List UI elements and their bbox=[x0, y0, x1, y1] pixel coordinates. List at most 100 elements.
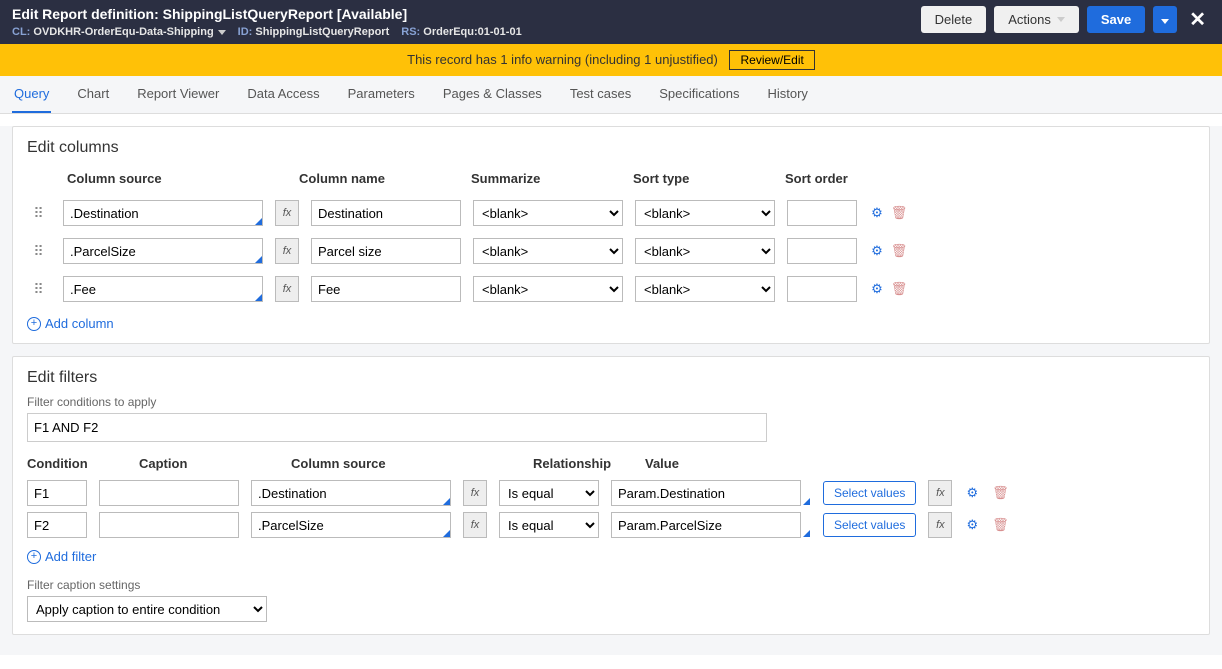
fx-button[interactable]: fx bbox=[275, 276, 299, 302]
col-header-source: Column source bbox=[67, 171, 287, 186]
filter-header-source: Column source bbox=[291, 456, 521, 471]
page-title: Report definition: ShippingListQueryRepo… bbox=[42, 6, 407, 22]
edit-filters-title: Edit filters bbox=[13, 357, 1209, 395]
filter-caption-settings-select[interactable]: Apply caption to entire condition bbox=[27, 596, 267, 622]
add-filter-label: Add filter bbox=[45, 549, 96, 564]
chevron-down-icon bbox=[218, 30, 226, 35]
column-source-input[interactable] bbox=[63, 200, 263, 226]
review-edit-button[interactable]: Review/Edit bbox=[729, 50, 814, 70]
filter-conditions-label: Filter conditions to apply bbox=[27, 395, 1195, 409]
trash-icon[interactable]: 🗑 bbox=[891, 281, 907, 297]
filter-conditions-input[interactable] bbox=[27, 413, 767, 442]
cl-value: OVDKHR-OrderEqu-Data-Shipping bbox=[33, 26, 213, 38]
tab-data-access[interactable]: Data Access bbox=[245, 76, 321, 113]
save-menu-button[interactable] bbox=[1153, 6, 1177, 33]
rs-label: RS: bbox=[401, 26, 420, 38]
filter-relationship-select[interactable]: Is equal bbox=[499, 480, 599, 506]
edit-columns-title: Edit columns bbox=[13, 127, 1209, 165]
trash-icon[interactable]: 🗑 bbox=[992, 517, 1008, 533]
tab-pages-classes[interactable]: Pages & Classes bbox=[441, 76, 544, 113]
fx-button[interactable]: fx bbox=[463, 480, 487, 506]
column-name-input[interactable] bbox=[311, 276, 461, 302]
tab-parameters[interactable]: Parameters bbox=[346, 76, 417, 113]
fx-button[interactable]: fx bbox=[275, 238, 299, 264]
warning-bar: This record has 1 info warning (includin… bbox=[0, 44, 1222, 76]
column-source-input[interactable] bbox=[63, 276, 263, 302]
filter-source-input[interactable] bbox=[251, 480, 451, 506]
close-icon[interactable]: ✕ bbox=[1185, 7, 1210, 32]
filter-relationship-select[interactable]: Is equal bbox=[499, 512, 599, 538]
gear-icon[interactable]: ⚙ bbox=[869, 281, 885, 297]
trash-icon[interactable]: 🗑 bbox=[992, 485, 1008, 501]
filter-header-caption: Caption bbox=[139, 456, 279, 471]
column-source-input[interactable] bbox=[63, 238, 263, 264]
drag-handle-icon[interactable]: ⠿ bbox=[27, 281, 51, 298]
column-name-input[interactable] bbox=[311, 200, 461, 226]
tab-report-viewer[interactable]: Report Viewer bbox=[135, 76, 221, 113]
select-values-button[interactable]: Select values bbox=[823, 481, 916, 505]
tab-history[interactable]: History bbox=[765, 76, 809, 113]
gear-icon[interactable]: ⚙ bbox=[964, 517, 980, 533]
tab-query[interactable]: Query bbox=[12, 76, 51, 113]
sort-type-select[interactable]: <blank> bbox=[635, 276, 775, 302]
gear-icon[interactable]: ⚙ bbox=[869, 205, 885, 221]
filter-row: fx Is equal Select values fx ⚙ 🗑 bbox=[27, 477, 1195, 509]
rs-value: OrderEqu:01-01-01 bbox=[423, 26, 521, 38]
gear-icon[interactable]: ⚙ bbox=[869, 243, 885, 259]
content-area: Edit columns Column source Column name S… bbox=[0, 126, 1222, 655]
add-column-label: Add column bbox=[45, 316, 114, 331]
col-header-name: Column name bbox=[299, 171, 459, 186]
select-values-button[interactable]: Select values bbox=[823, 513, 916, 537]
save-button[interactable]: Save bbox=[1087, 6, 1145, 33]
filter-header-value: Value bbox=[645, 456, 845, 471]
filter-value-input[interactable] bbox=[611, 480, 801, 506]
warning-text: This record has 1 info warning (includin… bbox=[407, 52, 718, 67]
column-row: ⠿ fx <blank> <blank> ⚙ 🗑 bbox=[27, 194, 1195, 232]
fx-button[interactable]: fx bbox=[928, 480, 952, 506]
filter-caption-input[interactable] bbox=[99, 512, 239, 538]
edit-columns-panel: Edit columns Column source Column name S… bbox=[12, 126, 1210, 344]
add-column-link[interactable]: + Add column bbox=[27, 316, 114, 331]
tab-chart[interactable]: Chart bbox=[75, 76, 111, 113]
sort-order-input[interactable] bbox=[787, 238, 857, 264]
trash-icon[interactable]: 🗑 bbox=[891, 243, 907, 259]
col-header-sort-type: Sort type bbox=[633, 171, 773, 186]
drag-handle-icon[interactable]: ⠿ bbox=[27, 205, 51, 222]
sort-type-select[interactable]: <blank> bbox=[635, 200, 775, 226]
gear-icon[interactable]: ⚙ bbox=[964, 485, 980, 501]
filter-source-input[interactable] bbox=[251, 512, 451, 538]
sort-order-input[interactable] bbox=[787, 200, 857, 226]
fx-button[interactable]: fx bbox=[463, 512, 487, 538]
window-header: Edit Report definition: ShippingListQuer… bbox=[0, 0, 1222, 44]
summarize-select[interactable]: <blank> bbox=[473, 238, 623, 264]
filter-condition-input[interactable] bbox=[27, 512, 87, 538]
summarize-select[interactable]: <blank> bbox=[473, 200, 623, 226]
drag-handle-icon[interactable]: ⠿ bbox=[27, 243, 51, 260]
sort-type-select[interactable]: <blank> bbox=[635, 238, 775, 264]
tab-test-cases[interactable]: Test cases bbox=[568, 76, 633, 113]
cl-dropdown[interactable]: OVDKHR-OrderEqu-Data-Shipping bbox=[33, 26, 225, 38]
cl-label: CL: bbox=[12, 26, 30, 38]
filter-condition-input[interactable] bbox=[27, 480, 87, 506]
filter-caption-input[interactable] bbox=[99, 480, 239, 506]
filter-header-condition: Condition bbox=[27, 456, 127, 471]
filters-header-row: Condition Caption Column source Relation… bbox=[27, 456, 1195, 477]
sort-order-input[interactable] bbox=[787, 276, 857, 302]
delete-button[interactable]: Delete bbox=[921, 6, 987, 33]
add-filter-link[interactable]: + Add filter bbox=[27, 549, 96, 564]
fx-button[interactable]: fx bbox=[275, 200, 299, 226]
actions-button[interactable]: Actions bbox=[994, 6, 1079, 33]
plus-icon: + bbox=[27, 317, 41, 331]
col-header-summarize: Summarize bbox=[471, 171, 621, 186]
filter-header-relationship: Relationship bbox=[533, 456, 633, 471]
column-name-input[interactable] bbox=[311, 238, 461, 264]
actions-label: Actions bbox=[1008, 12, 1051, 27]
fx-button[interactable]: fx bbox=[928, 512, 952, 538]
filter-value-input[interactable] bbox=[611, 512, 801, 538]
edit-label: Edit bbox=[12, 6, 38, 22]
id-label: ID: bbox=[238, 26, 253, 38]
summarize-select[interactable]: <blank> bbox=[473, 276, 623, 302]
tab-specifications[interactable]: Specifications bbox=[657, 76, 741, 113]
trash-icon[interactable]: 🗑 bbox=[891, 205, 907, 221]
column-row: ⠿ fx <blank> <blank> ⚙ 🗑 bbox=[27, 232, 1195, 270]
